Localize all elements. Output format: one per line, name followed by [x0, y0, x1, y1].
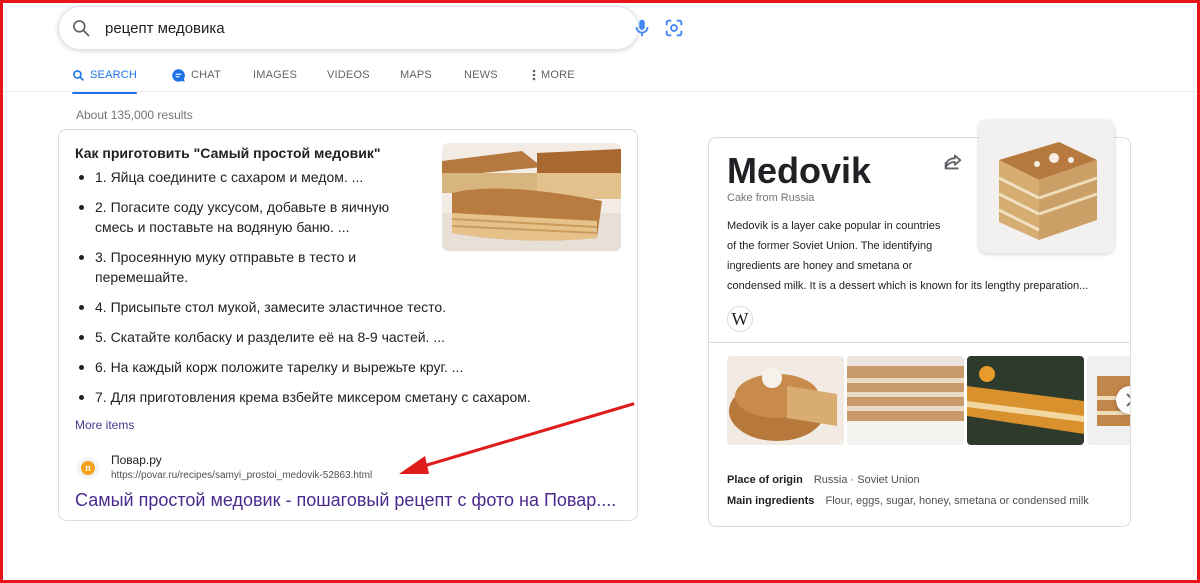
tab-search[interactable]: SEARCH [72, 60, 138, 94]
tab-chat[interactable]: CHAT [171, 60, 221, 90]
cake-photo [727, 356, 844, 445]
kp-description-line: ingredients are honey and smetana or [727, 260, 913, 272]
tab-videos-label: VIDEOS [327, 69, 370, 81]
tab-more-label: MORE [541, 69, 575, 81]
list-item: 5. Скатайте колбаску и разделите её на 8… [77, 327, 547, 347]
tab-maps[interactable]: MAPS [400, 60, 432, 90]
list-item: 1. Яйца соедините с сахаром и медом. ... [77, 167, 487, 187]
tab-images[interactable]: IMAGES [253, 60, 297, 90]
tab-videos[interactable]: VIDEOS [327, 60, 370, 90]
cake-photo [967, 356, 1084, 445]
google-lens-icon[interactable] [663, 17, 685, 39]
kp-subtitle: Cake from Russia [727, 192, 815, 204]
snippet-steps: 1. Яйца соедините с сахаром и медом. ...… [77, 167, 531, 417]
tab-search-label: SEARCH [90, 69, 138, 81]
list-item: 6. На каждый корж положите тарелку и выр… [77, 357, 547, 377]
kp-hero-image[interactable] [979, 120, 1114, 253]
fact-label: Place of origin [727, 474, 803, 486]
more-items-link[interactable]: More items [75, 418, 134, 432]
list-item: 3. Просеянную муку отправьте в тесто и п… [77, 247, 407, 287]
kp-fact-origin: Place of origin Russia · Soviet Union [727, 474, 920, 486]
more-vert-icon [532, 69, 536, 81]
tab-maps-label: MAPS [400, 69, 432, 81]
site-name: Повар.ру [111, 453, 162, 467]
medovik-slice-image [979, 120, 1114, 253]
wikipedia-icon[interactable]: W [727, 306, 753, 332]
povar-favicon: п [77, 457, 99, 479]
tab-news-label: NEWS [464, 69, 498, 81]
microphone-icon[interactable] [631, 17, 653, 39]
fact-value[interactable]: Russia · Soviet Union [814, 474, 920, 486]
tab-images-label: IMAGES [253, 69, 297, 81]
kp-description-line: condensed milk. It is a dessert which is… [727, 280, 1089, 292]
chevron-right-icon [1126, 393, 1130, 407]
chat-icon [172, 68, 185, 82]
tab-news[interactable]: NEWS [464, 60, 498, 90]
snippet-title: Как приготовить "Самый простой медовик" [75, 145, 381, 161]
kp-image-carousel [727, 356, 1130, 445]
cake-photo [847, 356, 964, 445]
fact-value: Flour, eggs, sugar, honey, smetana or co… [825, 495, 1089, 507]
kp-image-thumb[interactable] [847, 356, 964, 445]
search-box[interactable]: рецепт медовика [58, 6, 683, 50]
site-url: https://povar.ru/recipes/samyi_prostoi_m… [111, 470, 373, 481]
fact-label: Main ingredients [727, 495, 815, 507]
kp-title: Medovik [727, 150, 872, 191]
header-divider [0, 91, 1200, 92]
share-icon[interactable] [942, 151, 964, 173]
tab-more[interactable]: MORE [532, 60, 575, 90]
kp-fact-ingredients: Main ingredients Flour, eggs, sugar, hon… [727, 495, 1089, 507]
search-tab-icon [73, 69, 84, 81]
tab-chat-label: CHAT [191, 69, 221, 81]
search-input[interactable]: рецепт медовика [105, 20, 225, 37]
kp-image-thumb[interactable] [967, 356, 1084, 445]
kp-image-thumb[interactable] [727, 356, 844, 445]
result-stats: About 135,000 results [76, 108, 193, 122]
kp-divider [709, 342, 1130, 343]
list-item: 2. Погасите соду уксусом, добавьте в яич… [77, 197, 417, 237]
list-item: 4. Присыпьте стол мукой, замесите эласти… [77, 297, 547, 317]
search-icon[interactable] [71, 18, 91, 38]
annotation-arrow [399, 402, 635, 474]
result-title-link[interactable]: Самый простой медовик - пошаговый рецепт… [75, 490, 616, 511]
